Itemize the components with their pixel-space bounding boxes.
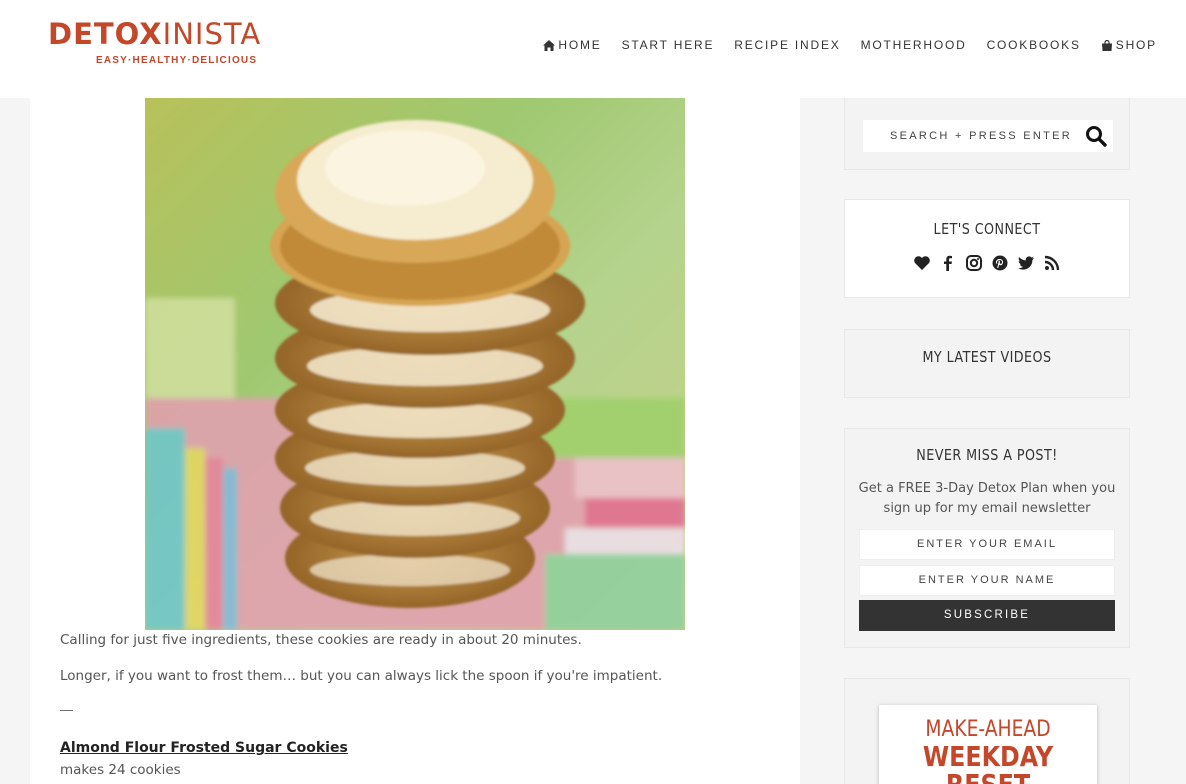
nav-motherhood[interactable]: MOTHERHOOD: [861, 38, 967, 52]
nav-recipe-index-label: RECIPE INDEX: [734, 38, 841, 52]
logo-bold: DETOX: [48, 17, 163, 51]
main-content: Calling for just five ingredients, these…: [30, 0, 800, 784]
book-line-2: WEEKDAY: [922, 740, 1054, 773]
book-line-3: RESET: [895, 771, 1080, 784]
email-field[interactable]: ENTER YOUR EMAIL: [859, 529, 1115, 560]
article-paragraph-1: Calling for just five ingredients, these…: [60, 632, 582, 648]
book-cover[interactable]: MAKE-AHEAD WEEKDAY RESET: [879, 705, 1097, 784]
recipe-title-link[interactable]: Almond Flour Frosted Sugar Cookies: [60, 740, 348, 756]
search-placeholder: SEARCH + PRESS ENTER: [889, 130, 1072, 142]
name-field[interactable]: ENTER YOUR NAME: [859, 565, 1115, 596]
nav-start-here-label: START HERE: [621, 38, 715, 52]
logo-tagline: EASY·HEALTHY·DELICIOUS: [96, 55, 258, 66]
nav-motherhood-label: MOTHERHOOD: [860, 38, 967, 52]
home-icon: [543, 39, 556, 51]
article-paragraph-2: Longer, if you want to frost them… but y…: [60, 668, 663, 684]
separator: —: [60, 702, 73, 717]
connect-widget: LET'S CONNECT: [844, 199, 1130, 298]
logo-wordmark: DETOXINISTA: [48, 20, 261, 49]
connect-title: LET'S CONNECT: [933, 220, 1041, 238]
rss-icon[interactable]: [1043, 254, 1061, 272]
heart-icon[interactable]: [913, 254, 931, 272]
site-logo[interactable]: DETOXINISTA EASY·HEALTHY·DELICIOUS: [48, 20, 261, 67]
twitter-icon[interactable]: [1017, 254, 1035, 272]
newsletter-description: Get a FREE 3-Day Detox Plan when you sig…: [858, 481, 1116, 516]
nav-cookbooks-label: COOKBOOKS: [986, 38, 1081, 52]
search-input[interactable]: SEARCH + PRESS ENTER: [863, 120, 1113, 152]
newsletter-title: NEVER MISS A POST!: [916, 446, 1058, 464]
facebook-icon[interactable]: [939, 254, 957, 272]
nav-cookbooks[interactable]: COOKBOOKS: [987, 38, 1081, 52]
nav-shop-label: SHOP: [1115, 38, 1157, 52]
pinterest-icon[interactable]: [991, 254, 1009, 272]
social-links: [845, 254, 1129, 272]
nav-home[interactable]: HOME: [543, 38, 601, 52]
subscribe-button[interactable]: SUBSCRIBE: [859, 600, 1115, 631]
hero-image: [145, 98, 685, 630]
logo-light: INISTA: [162, 17, 262, 51]
book-widget: MAKE-AHEAD WEEKDAY RESET: [844, 678, 1130, 784]
instagram-icon[interactable]: [965, 254, 983, 272]
recipe-yield: makes 24 cookies: [60, 762, 181, 778]
nav-start-here[interactable]: START HERE: [622, 38, 715, 52]
cookie-stack-photo: [145, 98, 685, 630]
book-line-1: MAKE-AHEAD: [925, 717, 1051, 742]
videos-title: MY LATEST VIDEOS: [922, 348, 1052, 366]
shopping-bag-icon: [1101, 39, 1112, 51]
main-nav: HOME START HERE RECIPE INDEX MOTHERHOOD …: [543, 38, 1157, 52]
videos-widget: MY LATEST VIDEOS: [844, 329, 1130, 398]
nav-home-label: HOME: [558, 38, 602, 52]
newsletter-widget: NEVER MISS A POST! Get a FREE 3-Day Deto…: [844, 428, 1130, 648]
site-header: DETOXINISTA EASY·HEALTHY·DELICIOUS HOME …: [0, 0, 1186, 98]
nav-shop[interactable]: SHOP: [1101, 38, 1157, 52]
search-icon[interactable]: [1085, 125, 1107, 147]
nav-recipe-index[interactable]: RECIPE INDEX: [734, 38, 840, 52]
